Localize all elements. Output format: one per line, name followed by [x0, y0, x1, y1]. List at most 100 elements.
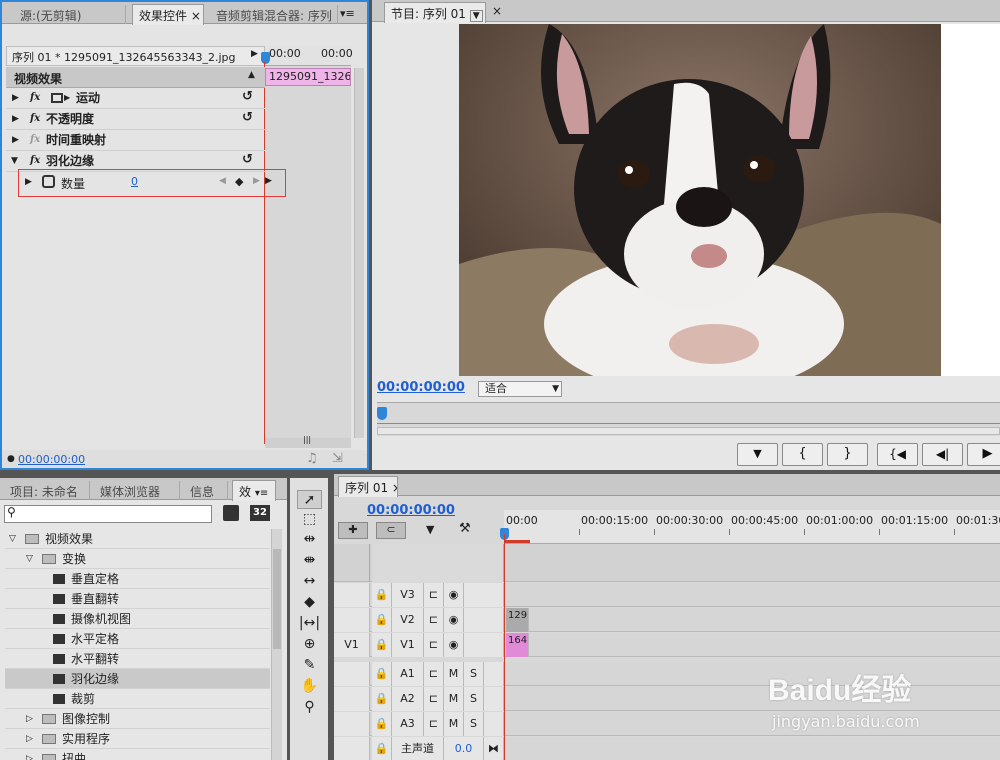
tree-item[interactable]: ▽ 变换 — [5, 549, 270, 569]
tab-effect-controls[interactable]: 效果控件 × — [132, 4, 204, 25]
scrollbar-thumb[interactable] — [273, 549, 281, 649]
close-icon[interactable]: × — [492, 4, 502, 18]
param-row-amount[interactable]: ▶ 数量 0 ◀ ◆ ▶ ▶ — [18, 169, 286, 197]
toggle-sync-icon[interactable]: ⊏ — [424, 633, 444, 657]
export-icon[interactable]: ⇲ — [332, 451, 343, 466]
reset-icon[interactable]: ↺ — [242, 108, 253, 128]
lock-icon[interactable]: 🔒 — [372, 662, 392, 686]
video-viewer[interactable] — [459, 24, 941, 376]
collapse-up-icon[interactable]: ▲ — [248, 70, 255, 80]
play-button[interactable]: ▶ — [967, 443, 1000, 466]
motion-transform-icon[interactable] — [51, 93, 63, 103]
selection-tool-icon[interactable]: ➚ — [297, 490, 322, 509]
collapse-triangle-icon[interactable]: ▽ — [9, 529, 16, 549]
track-source-patch[interactable] — [334, 712, 370, 736]
tab-source[interactable]: 源:(无剪辑) — [6, 5, 126, 24]
solo-button[interactable]: S — [464, 687, 484, 711]
lock-icon[interactable]: 🔒 — [372, 633, 392, 657]
track-select-tool-icon[interactable]: ⬚ — [297, 510, 322, 529]
lock-icon[interactable]: 🔒 — [372, 712, 392, 736]
add-marker-icon[interactable]: ▼ — [426, 523, 434, 536]
timeline-clip[interactable]: 129 — [506, 608, 529, 632]
tree-item[interactable]: 裁剪 — [5, 689, 270, 709]
new-bin-icon[interactable] — [223, 505, 239, 521]
audio-note-icon[interactable]: ♫ — [306, 451, 318, 466]
collapse-triangle-icon[interactable]: ▽ — [26, 549, 33, 569]
tree-item[interactable]: 水平翻转 — [5, 649, 270, 669]
ripple-edit-tool-icon[interactable]: ⇹ — [297, 530, 322, 549]
expand-triangle-icon[interactable]: ▶ — [12, 88, 19, 108]
expand-triangle-icon[interactable]: ▷ — [26, 749, 33, 760]
tab-info[interactable]: 信息 — [184, 481, 228, 500]
panel-menu-icon[interactable]: ▾≡ — [340, 7, 355, 20]
mini-scrollbar-h[interactable]: ||| — [265, 435, 351, 448]
reset-icon[interactable]: ↺ — [242, 87, 253, 107]
tree-scrollbar[interactable] — [271, 529, 282, 760]
panel-menu-icon[interactable]: ▾≡ — [255, 488, 268, 499]
track-source-patch[interactable]: V1 — [334, 633, 370, 657]
eye-icon[interactable]: ◉ — [444, 608, 464, 632]
prev-keyframe-icon[interactable]: ◀ — [219, 176, 226, 186]
track-source-patch[interactable] — [334, 608, 370, 632]
lock-icon[interactable]: 🔒 — [372, 583, 392, 607]
track-source-patch[interactable] — [334, 583, 370, 607]
lock-icon[interactable]: 🔒 — [372, 687, 392, 711]
eye-icon[interactable]: ◉ — [444, 583, 464, 607]
scrub-playhead[interactable] — [377, 407, 387, 420]
tree-item[interactable]: 摄像机视图 — [5, 609, 270, 629]
expand-triangle-icon[interactable]: ▶ — [25, 177, 32, 187]
mark-in-button[interactable]: { — [782, 443, 823, 466]
effect-row-opacity[interactable]: ▶ fx 不透明度 ↺ — [6, 109, 265, 130]
tab-audio-mixer[interactable]: 音频剪辑混合器: 序列 — [210, 5, 338, 24]
expand-triangle-icon[interactable]: ▶ — [12, 130, 19, 150]
program-timecode[interactable]: 00:00:00:00 — [377, 380, 465, 395]
fx-badge-icon[interactable]: fx — [30, 88, 40, 108]
mute-button[interactable]: M — [444, 662, 464, 686]
tab-sequence[interactable]: 序列 01 × — [338, 476, 398, 497]
toggle-sync-icon[interactable]: ⊏ — [424, 662, 444, 686]
add-marker-button[interactable]: ▼ — [737, 443, 778, 466]
fit-dropdown[interactable]: 适合 ▼ — [478, 381, 562, 397]
lock-icon[interactable]: 🔒 — [372, 737, 392, 760]
close-icon[interactable]: × — [392, 481, 397, 495]
effects-search-input[interactable]: ⚲ — [4, 505, 212, 523]
tab-media-browser[interactable]: 媒体浏览器 — [94, 481, 180, 500]
razor-tool-icon[interactable]: ◆ — [297, 593, 322, 612]
effect-row-time-remap[interactable]: ▶ fx 时间重映射 — [6, 130, 265, 151]
stopwatch-icon[interactable] — [42, 175, 55, 188]
collapse-triangle-icon[interactable]: ▼ — [11, 151, 18, 171]
zoom-tool-icon[interactable]: ⚲ — [297, 698, 322, 717]
rate-stretch-tool-icon[interactable]: ↔ — [297, 572, 322, 591]
toggle-sync-icon[interactable]: ⊏ — [424, 583, 444, 607]
close-icon[interactable]: × — [191, 9, 201, 23]
linked-selection-button[interactable]: ⊂ — [376, 522, 406, 539]
pen-tool-icon[interactable]: ✎ — [297, 656, 322, 675]
tree-item[interactable]: 垂直翻转 — [5, 589, 270, 609]
tree-item[interactable]: ▷ 实用程序 — [5, 729, 270, 749]
slip-tool-icon[interactable]: |↔| — [297, 614, 322, 633]
tab-effects[interactable]: 效 ▾≡ — [232, 480, 276, 501]
toggle-sync-icon[interactable]: ⊏ — [424, 712, 444, 736]
program-scrub-bar[interactable] — [377, 402, 1000, 436]
timeline-ruler[interactable]: 00:00 00:00:15:00 00:00:30:00 00:00:45:00 00… — [504, 510, 1000, 544]
master-volume[interactable]: 0.0 — [444, 737, 484, 760]
tab-project[interactable]: 项目: 未命名 — [4, 481, 90, 500]
eye-icon[interactable]: ◉ — [444, 633, 464, 657]
tab-program[interactable]: 节目: 序列 01 ▼ — [384, 2, 486, 23]
size-badge[interactable]: 32 — [250, 505, 270, 521]
timeline-clip[interactable]: 164 — [506, 633, 529, 657]
hand-tool-icon[interactable]: ✋ — [297, 677, 322, 696]
mute-button[interactable]: M — [444, 687, 464, 711]
fx-badge-icon[interactable]: fx — [30, 151, 40, 171]
add-keyframe-icon[interactable]: ◆ — [235, 175, 243, 188]
next-keyframe-icon[interactable]: ▶ — [253, 176, 260, 186]
slide-tool-icon[interactable]: ⊕ — [297, 635, 322, 654]
mini-scrollbar-v[interactable] — [354, 68, 364, 438]
tree-item[interactable]: 水平定格 — [5, 629, 270, 649]
track-source-patch[interactable] — [334, 687, 370, 711]
effect-timecode[interactable]: 00:00:00:00 — [18, 453, 85, 466]
tree-item[interactable]: ▷ 扭曲 — [5, 749, 270, 760]
go-to-in-button[interactable]: {◀ — [877, 443, 918, 466]
tree-item[interactable]: 羽化边缘 — [5, 669, 270, 689]
track-source-patch[interactable] — [334, 662, 370, 686]
